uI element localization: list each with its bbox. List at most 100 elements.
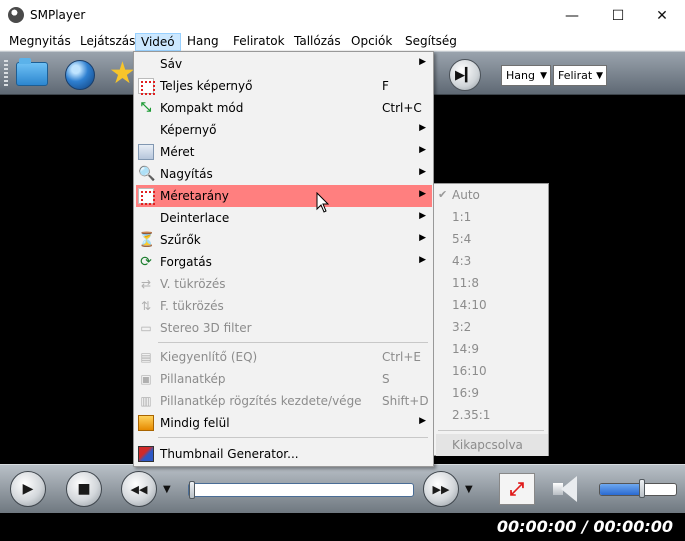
submenu-arrow-icon: ▶ <box>419 167 426 177</box>
stop-button[interactable]: ■ <box>66 471 102 507</box>
menu-tallozas[interactable]: Tallózás <box>289 33 346 51</box>
check-icon: ✔ <box>438 188 448 201</box>
menu-bar: Megnyitás Lejátszás Videó Hang Feliratok… <box>0 31 685 51</box>
subtitle-track-select[interactable]: Felirat ▼ <box>553 65 607 86</box>
menu-item-forgatas[interactable]: ⟳ Forgatás ▶ <box>136 251 432 273</box>
fullscreen-icon <box>138 78 155 95</box>
menu-item-teljes-kepernyo[interactable]: Teljes képernyő F <box>136 75 432 97</box>
forward-button[interactable]: ▶▶ <box>423 471 459 507</box>
audio-track-value: Hang <box>506 69 535 82</box>
submenu-arrow-icon: ▶ <box>419 145 426 155</box>
aspect-2-35-1[interactable]: 2.35:1 <box>436 404 548 426</box>
maximize-button[interactable]: ☐ <box>595 0 641 31</box>
fullscreen-button[interactable]: ⤢ <box>499 473 535 505</box>
window-title: SMPlayer <box>30 8 86 22</box>
favorites-star-icon[interactable]: ★ <box>109 56 136 92</box>
submenu-item-label: 11:8 <box>452 276 479 290</box>
play-icon: ▶ <box>22 481 34 497</box>
aspect-3-2[interactable]: 3:2 <box>436 316 548 338</box>
aspect-4-3[interactable]: 4:3 <box>436 250 548 272</box>
chevron-down-icon: ▼ <box>540 71 547 81</box>
open-folder-icon[interactable] <box>16 58 48 86</box>
menu-item-label: Thumbnail Generator... <box>160 447 299 461</box>
aspect-11-8[interactable]: 11:8 <box>436 272 548 294</box>
menu-item-kepernyo[interactable]: Képernyő ▶ <box>136 119 432 141</box>
submenu-arrow-icon: ▶ <box>419 57 426 67</box>
aspect-16-10[interactable]: 16:10 <box>436 360 548 382</box>
submenu-item-label: 16:9 <box>452 386 479 400</box>
menu-item-pillanatkep[interactable]: ▣ Pillanatkép S <box>136 368 432 390</box>
menu-item-shortcut: F <box>382 79 389 93</box>
menu-item-deinterlace[interactable]: Deinterlace ▶ <box>136 207 432 229</box>
menu-item-thumbnail-generator[interactable]: Thumbnail Generator... <box>136 443 432 465</box>
submenu-arrow-icon: ▶ <box>419 189 426 199</box>
ontop-icon <box>138 415 154 431</box>
rewind-menu-arrow-icon[interactable]: ▼ <box>163 484 171 495</box>
volume-handle[interactable] <box>638 479 645 498</box>
flip-icon: ⇄ <box>140 277 152 291</box>
aspect-kikapcsolva[interactable]: Kikapcsolva <box>436 434 548 456</box>
menu-item-label: Méretarány <box>160 189 229 203</box>
title-bar[interactable]: SMPlayer — ☐ ✕ <box>0 0 685 31</box>
next-button[interactable]: ▶▎ <box>449 59 481 91</box>
menu-item-label: Nagyítás <box>160 167 213 181</box>
submenu-item-label: 4:3 <box>452 254 472 268</box>
audio-track-select[interactable]: Hang ▼ <box>501 65 551 86</box>
open-url-icon[interactable] <box>65 60 95 90</box>
aspect-16-9[interactable]: 16:9 <box>436 382 548 404</box>
fullscreen-icon: ⤢ <box>509 478 525 500</box>
aspect-1-1[interactable]: 1:1 <box>436 206 548 228</box>
menu-feliratok[interactable]: Feliratok <box>228 33 290 51</box>
menu-item-stereo-3d[interactable]: ▭ Stereo 3D filter <box>136 317 432 339</box>
menu-item-kiegyenlito[interactable]: ▤ Kiegyenlítő (EQ) Ctrl+E <box>136 346 432 368</box>
aspect-14-10[interactable]: 14:10 <box>436 294 548 316</box>
menu-segitseg[interactable]: Segítség <box>400 33 462 51</box>
toolbar-grip[interactable] <box>4 60 8 88</box>
speaker-cone-icon <box>561 476 577 502</box>
menu-item-szurok[interactable]: ⏳ Szűrők ▶ <box>136 229 432 251</box>
menu-item-v-tukrozes[interactable]: ⇄ V. tükrözés <box>136 273 432 295</box>
submenu-arrow-icon: ▶ <box>419 211 426 221</box>
aspect-auto[interactable]: ✔ Auto <box>436 184 548 206</box>
menu-item-nagyitas[interactable]: 🔍 Nagyítás ▶ <box>136 163 432 185</box>
play-button[interactable]: ▶ <box>10 471 46 507</box>
screenshots-icon: ▥ <box>140 394 152 408</box>
submenu-item-label: 14:9 <box>452 342 479 356</box>
minimize-button[interactable]: — <box>549 0 595 31</box>
menu-video[interactable]: Videó <box>135 33 181 51</box>
menu-item-pillanatkep-rogzites[interactable]: ▥ Pillanatkép rögzítés kezdete/vége Shif… <box>136 390 432 412</box>
menu-item-meretarany[interactable]: Méretarány ▶ <box>136 185 432 207</box>
submenu-item-label: 5:4 <box>452 232 472 246</box>
menu-item-sav[interactable]: Sáv ▶ <box>136 53 432 75</box>
menu-megnyitas[interactable]: Megnyitás <box>4 33 76 51</box>
forward-menu-arrow-icon[interactable]: ▼ <box>465 484 473 495</box>
menu-item-label: F. tükrözés <box>160 299 224 313</box>
mute-button[interactable] <box>551 474 585 504</box>
menu-item-shortcut: Ctrl+E <box>382 350 421 364</box>
rewind-button[interactable]: ◀◀ <box>121 471 157 507</box>
seek-bar[interactable] <box>188 481 414 499</box>
menu-lejatszas[interactable]: Lejátszás <box>75 33 140 51</box>
menu-item-label: Kompakt mód <box>160 101 244 115</box>
aspect-14-9[interactable]: 14:9 <box>436 338 548 360</box>
menu-opciok[interactable]: Opciók <box>346 33 397 51</box>
filter-icon: ⏳ <box>138 232 156 248</box>
menu-item-f-tukrozes[interactable]: ⇅ F. tükrözés <box>136 295 432 317</box>
equalizer-icon: ▤ <box>140 350 152 364</box>
menu-item-label: Sáv <box>160 57 183 71</box>
menu-item-label: Képernyő <box>160 123 217 137</box>
menu-item-meret[interactable]: Méret ▶ <box>136 141 432 163</box>
submenu-item-label: 14:10 <box>452 298 487 312</box>
submenu-item-label: 3:2 <box>452 320 472 334</box>
menu-item-kompakt-mod[interactable]: ⤡ Kompakt mód Ctrl+C <box>136 97 432 119</box>
menu-separator <box>158 437 428 438</box>
menu-item-mindig-felul[interactable]: Mindig felül ▶ <box>136 412 432 434</box>
submenu-arrow-icon: ▶ <box>419 233 426 243</box>
menu-hang[interactable]: Hang <box>182 33 224 51</box>
seek-handle[interactable] <box>189 481 195 499</box>
close-button[interactable]: ✕ <box>639 0 685 31</box>
stop-icon: ■ <box>77 481 91 497</box>
menu-item-shortcut: Ctrl+C <box>382 101 422 115</box>
aspect-5-4[interactable]: 5:4 <box>436 228 548 250</box>
forward-icon: ▶▶ <box>432 482 450 496</box>
